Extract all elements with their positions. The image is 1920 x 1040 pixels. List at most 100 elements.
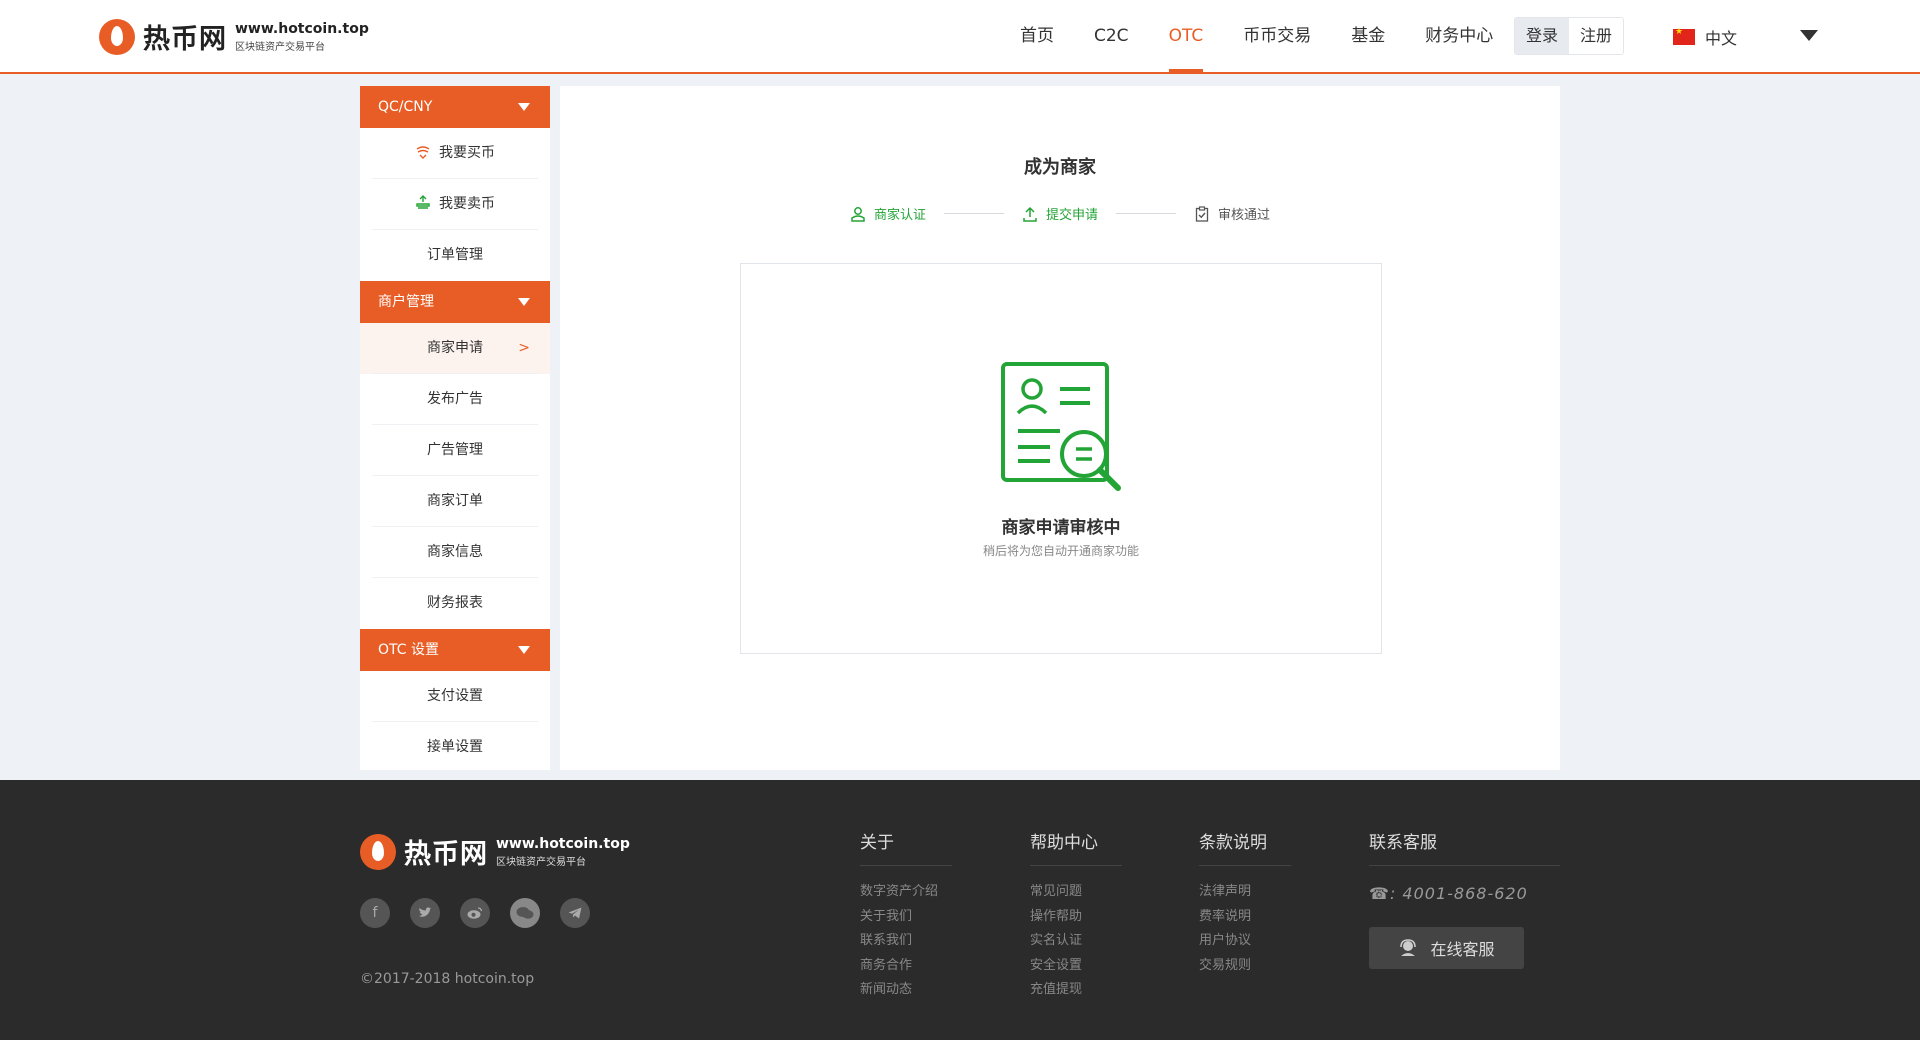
footer-col-about: 关于 数字资产介绍 关于我们 联系我们 商务合作 新闻动态: [860, 828, 952, 1003]
logo-url: www.hotcoin.top: [496, 835, 630, 852]
sidebar-item-label: 商家申请: [427, 340, 483, 356]
facebook-icon[interactable]: f: [360, 898, 390, 928]
logo-subtext: www.hotcoin.top 区块链资产交易平台: [235, 21, 369, 53]
sidebar-item-orders[interactable]: 订单管理: [360, 230, 550, 281]
language-selector[interactable]: 中文: [1673, 25, 1737, 49]
footer-link[interactable]: 安全设置: [1030, 954, 1122, 979]
buy-coin-icon: [416, 146, 430, 159]
main-panel: 成为商家 商家认证 提交申请 审核通过 商家申请审核中 稍后将为您自动开通商家功…: [560, 86, 1560, 770]
footer-col-title: 条款说明: [1199, 828, 1291, 866]
footer-link[interactable]: 交易规则: [1199, 954, 1291, 979]
sidebar-item-label: 我要买币: [439, 145, 495, 161]
telegram-icon[interactable]: [560, 898, 590, 928]
top-header: 热币网 www.hotcoin.top 区块链资产交易平台 首页 C2C OTC…: [0, 0, 1920, 74]
logo-name: 热币网: [404, 839, 488, 870]
copyright-text: ©2017-2018 hotcoin.top: [360, 971, 535, 987]
sidebar-group-label: 商户管理: [378, 294, 434, 310]
support-phone: ☎: 4001-868-620: [1369, 884, 1560, 903]
twitter-icon[interactable]: [410, 898, 440, 928]
review-status-card: 商家申请审核中 稍后将为您自动开通商家功能: [740, 263, 1382, 654]
footer-link[interactable]: 操作帮助: [1030, 905, 1122, 930]
footer-link[interactable]: 商务合作: [860, 954, 952, 979]
footer-link[interactable]: 费率说明: [1199, 905, 1291, 930]
site-logo[interactable]: 热币网 www.hotcoin.top 区块链资产交易平台: [99, 17, 369, 56]
user-icon: [851, 206, 865, 222]
sidebar-group-label: OTC 设置: [378, 642, 439, 658]
sidebar-item-order-settings[interactable]: 接单设置: [360, 722, 550, 773]
sidebar-item-label: 我要卖币: [439, 196, 495, 212]
sidebar-item-finance-report[interactable]: 财务报表: [360, 578, 550, 629]
sidebar-item-sell[interactable]: 我要卖币: [360, 179, 550, 230]
sidebar-group-qc-cny[interactable]: QC/CNY: [360, 86, 550, 128]
nav-finance-center[interactable]: 财务中心: [1425, 0, 1493, 72]
footer-link[interactable]: 常见问题: [1030, 880, 1122, 905]
flame-logo-icon: [360, 833, 396, 870]
sidebar-item-label: 商家订单: [427, 493, 483, 509]
caret-down-icon: [518, 103, 530, 111]
online-service-button[interactable]: 在线客服: [1369, 927, 1524, 969]
footer-link[interactable]: 关于我们: [860, 905, 952, 930]
caret-down-icon[interactable]: [1800, 30, 1818, 41]
footer-col-help: 帮助中心 常见问题 操作帮助 实名认证 安全设置 充值提现: [1030, 828, 1122, 1003]
footer-link[interactable]: 法律声明: [1199, 880, 1291, 905]
footer-col-title: 联系客服: [1369, 828, 1560, 866]
sidebar-item-publish-ad[interactable]: 发布广告: [360, 374, 550, 425]
sidebar-item-label: 接单设置: [427, 739, 483, 755]
nav-coin-trading[interactable]: 币币交易: [1243, 0, 1311, 72]
weibo-icon[interactable]: [460, 898, 490, 928]
step-label: 商家认证: [873, 208, 926, 223]
footer-link[interactable]: 实名认证: [1030, 929, 1122, 954]
progress-steps: 商家认证 提交申请 审核通过: [560, 204, 1560, 223]
footer-link[interactable]: 充值提现: [1030, 978, 1122, 1003]
review-status-subtitle: 稍后将为您自动开通商家功能: [982, 544, 1139, 558]
logo-tagline: 区块链资产交易平台: [235, 41, 325, 53]
wechat-icon[interactable]: [510, 898, 540, 928]
register-button[interactable]: 注册: [1569, 18, 1624, 54]
sidebar-group-merchant[interactable]: 商户管理: [360, 281, 550, 323]
logo-tagline: 区块链资产交易平台: [496, 856, 586, 868]
step-submit-application: 提交申请: [1022, 204, 1098, 223]
step-label: 提交申请: [1045, 208, 1098, 223]
footer-logo[interactable]: 热币网 www.hotcoin.top 区块链资产交易平台: [360, 832, 630, 871]
footer-link[interactable]: 用户协议: [1199, 929, 1291, 954]
upload-icon: [1023, 206, 1037, 222]
footer-link[interactable]: 数字资产介绍: [860, 880, 952, 905]
logo-name: 热币网: [143, 24, 227, 55]
footer-link[interactable]: 新闻动态: [860, 978, 952, 1003]
footer-link[interactable]: 联系我们: [860, 929, 952, 954]
language-label: 中文: [1705, 29, 1738, 48]
main-nav: 首页 C2C OTC 币币交易 基金 财务中心: [1000, 0, 1513, 72]
login-button[interactable]: 登录: [1515, 18, 1570, 54]
logo-url: www.hotcoin.top: [235, 20, 369, 37]
active-arrow-icon: >: [518, 340, 530, 356]
nav-fund[interactable]: 基金: [1351, 0, 1385, 72]
auth-buttons: 登录 注册: [1514, 17, 1625, 55]
clipboard-check-icon: [1195, 205, 1209, 222]
footer-col-contact: 联系客服 ☎: 4001-868-620 在线客服: [1369, 828, 1560, 969]
footer-col-title: 帮助中心: [1030, 828, 1122, 866]
china-flag-icon: [1673, 27, 1695, 45]
step-divider: [943, 213, 1004, 214]
sidebar-item-label: 支付设置: [427, 688, 483, 704]
nav-otc[interactable]: OTC: [1168, 0, 1203, 72]
phone-number: : 4001-868-620: [1389, 884, 1528, 903]
sidebar-item-merchant-orders[interactable]: 商家订单: [360, 476, 550, 527]
nav-c2c[interactable]: C2C: [1094, 0, 1129, 72]
sidebar-item-label: 订单管理: [427, 247, 483, 263]
footer-col-title: 关于: [860, 828, 952, 866]
sidebar-item-ad-manage[interactable]: 广告管理: [360, 425, 550, 476]
sidebar-item-merchant-info[interactable]: 商家信息: [360, 527, 550, 578]
footer-col-terms: 条款说明 法律声明 费率说明 用户协议 交易规则: [1199, 828, 1291, 978]
sidebar-group-otc-settings[interactable]: OTC 设置: [360, 629, 550, 671]
otc-sidebar: QC/CNY 我要买币 我要卖币 订单管理 商户管理 商家申请 > 发布广告 广…: [360, 86, 550, 770]
sidebar-item-payment-settings[interactable]: 支付设置: [360, 671, 550, 722]
sidebar-item-buy[interactable]: 我要买币: [360, 128, 550, 179]
step-merchant-verify: 商家认证: [850, 204, 926, 223]
caret-down-icon: [518, 298, 530, 306]
nav-home[interactable]: 首页: [1020, 0, 1054, 72]
social-links: f: [360, 898, 610, 928]
sidebar-item-merchant-apply[interactable]: 商家申请 >: [360, 323, 550, 374]
sidebar-item-label: 财务报表: [427, 595, 483, 611]
caret-down-icon: [518, 646, 530, 654]
headset-icon: [1400, 939, 1417, 956]
